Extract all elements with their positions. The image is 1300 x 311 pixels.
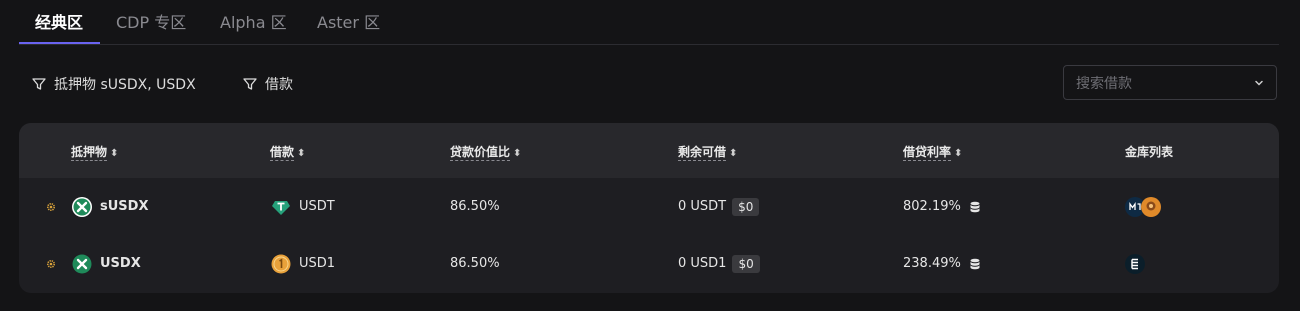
borrow-filter-label: 借款: [265, 77, 293, 93]
tab-classic[interactable]: 经典区: [35, 9, 83, 33]
gear-icon: [46, 202, 56, 211]
database-icon[interactable]: [969, 258, 981, 270]
gear-icon: [46, 259, 56, 268]
header-ltv-label: 贷款价值比: [450, 145, 511, 161]
usdx-logo-icon: [72, 196, 92, 217]
vault-list: [1125, 253, 1145, 274]
active-tab-indicator: [19, 42, 100, 44]
tab-cdp[interactable]: CDP 专区: [116, 9, 186, 33]
collateral-name: USDX: [100, 256, 141, 271]
search-borrow-select[interactable]: [1063, 65, 1277, 101]
sort-icon: ⬍: [954, 148, 963, 159]
markets-table: 抵押物 ⬍ 借款 ⬍ 贷款价值比 ⬍ 剩余可借 ⬍ 借贷利率 ⬍ 金库列表 sUSDX U…: [19, 123, 1279, 293]
header-collateral[interactable]: 抵押物 ⬍: [71, 143, 119, 161]
database-icon[interactable]: [969, 201, 981, 213]
vault-list: [1125, 196, 1161, 217]
header-vaults: 金库列表: [1125, 143, 1173, 160]
sort-icon: ⬍: [513, 148, 522, 159]
rate-value: 238.49%: [903, 256, 961, 271]
ltv-value: 86.50%: [450, 256, 500, 271]
rate-value: 802.19%: [903, 199, 961, 214]
search-input[interactable]: [1074, 66, 1248, 101]
sort-icon: ⬍: [297, 148, 306, 159]
borrow-asset: USD1: [299, 256, 336, 271]
filter-icon: [32, 78, 46, 90]
header-borrow[interactable]: 借款 ⬍: [270, 143, 306, 161]
header-rate-label: 借贷利率: [903, 145, 952, 161]
chevron-down-icon[interactable]: [1254, 78, 1264, 88]
vault-logo-icon[interactable]: [1141, 196, 1161, 217]
ltv-value: 86.50%: [450, 199, 500, 214]
usdx-logo-icon: [72, 254, 92, 274]
table-row[interactable]: sUSDX USDT 86.50% 0 USDT $0 802.19%: [19, 178, 1279, 235]
remaining-usd-badge: $0: [732, 254, 760, 273]
table-header: 抵押物 ⬍ 借款 ⬍ 贷款价值比 ⬍ 剩余可借 ⬍ 借贷利率 ⬍ 金库列表: [19, 123, 1279, 178]
header-remaining-label: 剩余可借: [678, 145, 727, 161]
remaining-usd-badge: $0: [732, 197, 760, 216]
usdt-logo-icon: [271, 197, 291, 217]
vault-logo-icon[interactable]: [1125, 253, 1145, 274]
header-ltv[interactable]: 贷款价值比 ⬍: [450, 143, 522, 161]
header-remaining[interactable]: 剩余可借 ⬍: [678, 143, 738, 161]
header-vaults-label: 金库列表: [1125, 145, 1174, 159]
header-collateral-label: 抵押物: [71, 145, 108, 161]
collateral-name: sUSDX: [100, 199, 149, 214]
collateral-filter-label: 抵押物 sUSDX, USDX: [54, 77, 196, 93]
usd1-logo-icon: [271, 254, 291, 274]
filter-icon: [243, 78, 257, 90]
collateral-filter[interactable]: 抵押物 sUSDX, USDX: [32, 74, 196, 94]
market-tabs: 经典区 CDP 专区 Alpha 区 Aster 区: [19, 0, 1279, 45]
sort-icon: ⬍: [110, 148, 119, 159]
borrow-asset: USDT: [299, 199, 335, 214]
tab-aster[interactable]: Aster 区: [317, 9, 380, 33]
borrow-filter[interactable]: 借款: [243, 74, 293, 94]
table-row[interactable]: USDX USD1 86.50% 0 USD1 $0 238.49%: [19, 235, 1279, 292]
remaining-amount: 0 USDT: [678, 199, 727, 214]
header-rate[interactable]: 借贷利率 ⬍: [903, 143, 963, 161]
tab-alpha[interactable]: Alpha 区: [220, 9, 287, 33]
sort-icon: ⬍: [729, 148, 738, 159]
header-borrow-label: 借款: [270, 145, 295, 161]
remaining-amount: 0 USD1: [678, 256, 727, 271]
